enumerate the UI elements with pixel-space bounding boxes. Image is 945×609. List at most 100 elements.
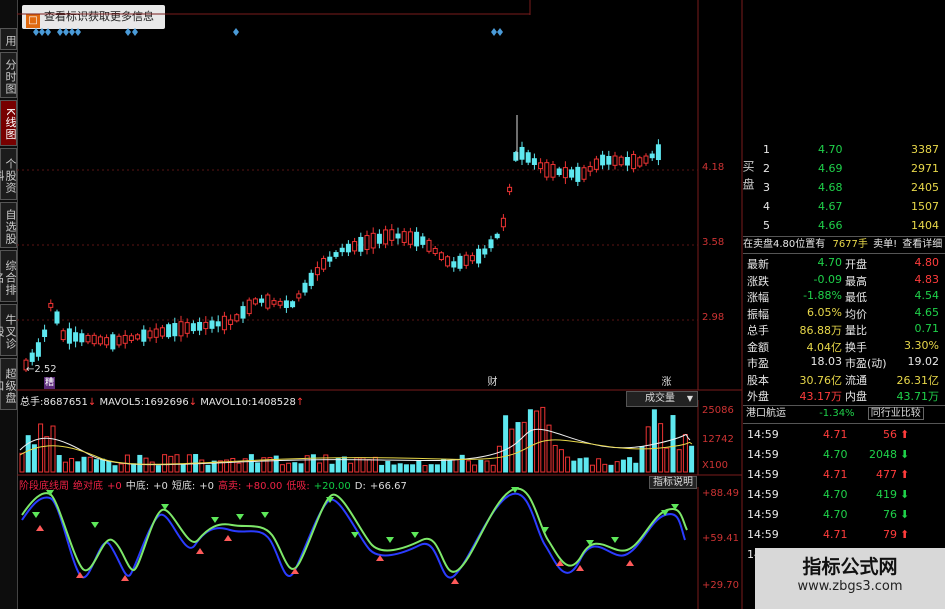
price-axis-label: 2.98 (702, 312, 725, 323)
quote-value: -0.09 (813, 272, 842, 286)
watermark-url: www.zbgs3.com (797, 579, 903, 594)
quote-value: 6.05% (807, 305, 842, 319)
arrow-up-icon: ⬆ (900, 528, 910, 541)
indicator-value: 短底: (171, 481, 196, 492)
bid-volume: 1507 (911, 200, 939, 213)
quote-label: 换手 (845, 340, 867, 354)
level: 4 (763, 200, 770, 213)
quote-label: 内盘 (845, 390, 867, 403)
quote-value: 4.83 (914, 272, 940, 286)
quote-value: 4.70 (817, 256, 843, 269)
sector-bar: 港口航运 -1.34% 同行业比较 (743, 405, 945, 424)
watermark: 指标公式网 www.zbgs3.com (755, 548, 945, 609)
volume-axis-label: 25086 (702, 405, 734, 416)
tick-row: 14:59 4.70 76 ⬇ (745, 508, 945, 524)
order-book-row[interactable]: 3 4.68 2405 (745, 181, 945, 197)
low-price-marker: ←2.52 (26, 364, 57, 375)
quote-label: 涨幅 (747, 291, 769, 304)
quote-value: 43.71万 (896, 390, 940, 403)
indicator-select-value: 成交量 (645, 393, 675, 404)
price-axis-label: 3.58 (702, 237, 725, 248)
quote-row: 市盈 18.03 市盈(动) 19.02 (745, 355, 945, 371)
bid-price: 4.70 (818, 143, 843, 156)
sector-name[interactable]: 港口航运 (746, 408, 786, 419)
low-price-value: 2.52 (34, 364, 57, 375)
quote-value: 4.04亿 (806, 340, 843, 354)
tick-price: 4.71 (823, 428, 848, 441)
tick-time: 14:59 (747, 488, 779, 501)
chevron-down-icon: ▼ (686, 394, 693, 403)
event-marker[interactable]: 财 (487, 377, 498, 389)
order-book-row[interactable]: 2 4.69 2971 (745, 162, 945, 178)
indicator-select[interactable]: 成交量 ▼ (626, 391, 698, 407)
tick-time: 14:59 (747, 428, 779, 441)
level: 3 (763, 181, 770, 194)
event-marker[interactable]: 糟 (44, 377, 55, 389)
quote-label: 流通 (845, 373, 867, 387)
quote-value: 3.30% (904, 338, 939, 352)
sector-compare-button[interactable]: 同行业比较 (867, 407, 924, 420)
quote-label: 最新 (747, 258, 769, 271)
quote-label: 涨跌 (747, 274, 769, 288)
bid-price: 4.66 (818, 219, 843, 232)
quote-label: 总手 (747, 324, 769, 337)
level: 1 (763, 143, 770, 156)
indicator-value: 绝对底 (73, 481, 103, 492)
sell-wall-bar[interactable]: 在卖盘4.80位置有 7677手 卖单! 查看详细 (743, 236, 945, 254)
mavol5-label: MAVOL5: (99, 397, 145, 408)
indicator-value: +80.00 (245, 481, 283, 492)
tick-time: 14:59 (747, 528, 779, 541)
order-book-row[interactable]: 1 4.70 3387 (745, 143, 945, 159)
bid-price: 4.69 (818, 162, 843, 175)
tick-row: 14:59 4.70 419 ⬇ (745, 488, 945, 504)
indicator-header: 阶段底线周 绝对底 +0 中底: +0 短底: +0 高卖: +80.00 低吸: +20.00 D:… (19, 477, 411, 492)
tick-row: 14:59 4.71 79 ⬆ (745, 528, 945, 544)
bid-volume: 2971 (911, 162, 939, 175)
tick-volume: 79 (883, 528, 897, 541)
quote-value: 26.31亿 (896, 373, 940, 387)
indicator-value: +0 (199, 481, 214, 492)
quote-label: 股本 (747, 373, 769, 387)
tick-time: 14:59 (747, 448, 779, 461)
quote-value: 0.71 (914, 322, 940, 335)
tick-volume: 419 (876, 488, 897, 501)
indicator-axis-label: +59.41 (702, 533, 740, 544)
indicator-value: +66.67 (369, 481, 407, 492)
tick-row: 14:59 4.71 56 ⬆ (745, 428, 945, 444)
tick-volume: 2048 (869, 448, 897, 461)
sell-wall-text: 在卖盘4.80位置有 (743, 239, 826, 250)
quote-label: 最低 (845, 291, 867, 304)
bid-volume: 1404 (911, 219, 939, 232)
indicator-help-button[interactable]: 指标说明 (649, 476, 697, 489)
quote-label: 市盈 (747, 357, 769, 370)
quote-value: 86.88万 (799, 324, 843, 337)
quote-row: 最新 4.70 开盘 4.80 (745, 256, 945, 272)
sell-wall-volume: 7677手 (832, 239, 868, 250)
tick-price: 4.71 (823, 468, 848, 481)
quote-label: 最高 (845, 274, 867, 288)
tick-price: 4.70 (823, 448, 848, 461)
quote-row: 涨幅 -1.88% 最低 4.54 (745, 289, 945, 305)
quote-value: -1.88% (803, 289, 842, 302)
event-marker[interactable]: 涨 (661, 377, 672, 389)
total-volume-value: 8687651 (43, 397, 88, 408)
volume-axis-label: X100 (702, 460, 728, 471)
bid-volume: 2405 (911, 181, 939, 194)
indicator-value: +0 (153, 481, 168, 492)
order-book-row[interactable]: 5 4.66 1404 (745, 219, 945, 235)
indicator-axis-label: +29.70 (702, 580, 740, 591)
arrow-down-icon: ⬇ (900, 488, 910, 501)
indicator-value: 高卖: (218, 481, 242, 492)
bid-volume: 3387 (911, 143, 939, 156)
tick-volume: 76 (883, 508, 897, 521)
order-book-row[interactable]: 4 4.67 1507 (745, 200, 945, 216)
view-detail-link[interactable]: 查看详细 (902, 239, 942, 250)
indicator-axis-label: +88.49 (702, 488, 740, 499)
indicator-value: +0 (107, 481, 122, 492)
tick-volume: 56 (883, 428, 897, 441)
tick-row: 14:59 4.70 2048 ⬇ (745, 448, 945, 464)
level: 2 (763, 162, 770, 175)
tick-volume: 477 (876, 468, 897, 481)
quote-value: 43.17万 (799, 390, 843, 403)
sell-order-label: 卖单! (873, 239, 898, 250)
